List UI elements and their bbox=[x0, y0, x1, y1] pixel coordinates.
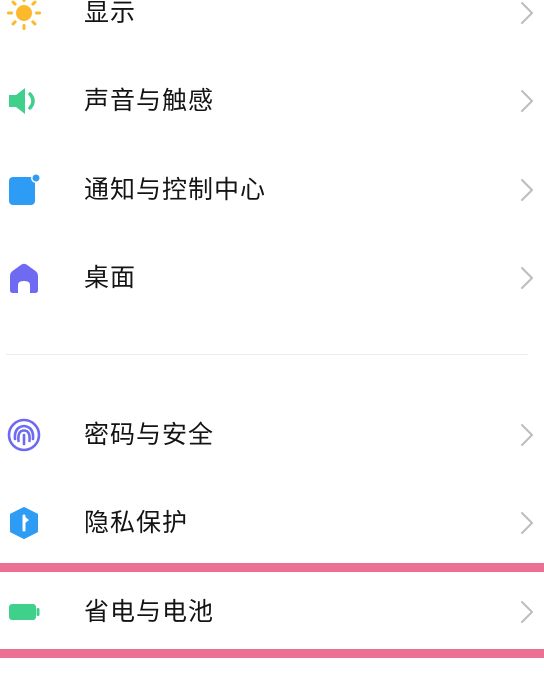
settings-item-label: 省电与电池 bbox=[84, 597, 215, 626]
chevron-right-icon bbox=[518, 0, 536, 26]
chevron-right-icon bbox=[518, 510, 536, 536]
settings-item-battery[interactable]: 省电与电池 bbox=[0, 580, 544, 644]
settings-item-sound-haptics[interactable]: 声音与触感 bbox=[0, 69, 544, 133]
settings-item-label: 桌面 bbox=[84, 263, 137, 292]
privacy-shield-icon bbox=[6, 505, 42, 541]
settings-item-notifications[interactable]: 通知与控制中心 bbox=[0, 158, 544, 222]
highlight-bar-bottom bbox=[0, 649, 544, 658]
sun-icon bbox=[6, 0, 42, 31]
settings-item-desktop[interactable]: 桌面 bbox=[0, 246, 544, 310]
battery-icon bbox=[6, 594, 42, 630]
chevron-right-icon bbox=[518, 422, 536, 448]
settings-item-label: 显示 bbox=[84, 0, 137, 27]
settings-list: 显示 声音与触感 通知与控制中心 桌面 密码与安全 隐私保护 省电与电池 bbox=[0, 0, 544, 674]
settings-item-display[interactable]: 显示 bbox=[0, 0, 544, 45]
notification-icon bbox=[6, 172, 42, 208]
home-icon bbox=[6, 260, 42, 296]
chevron-right-icon bbox=[518, 265, 536, 291]
chevron-right-icon bbox=[518, 177, 536, 203]
settings-item-label: 声音与触感 bbox=[84, 86, 215, 115]
settings-item-label: 通知与控制中心 bbox=[84, 175, 267, 204]
chevron-right-icon bbox=[518, 88, 536, 114]
chevron-right-icon bbox=[518, 599, 536, 625]
settings-item-label: 隐私保护 bbox=[84, 508, 189, 537]
settings-item-label: 密码与安全 bbox=[84, 420, 215, 449]
settings-item-password-security[interactable]: 密码与安全 bbox=[0, 403, 544, 467]
fingerprint-icon bbox=[6, 417, 42, 453]
highlight-bar-top bbox=[0, 563, 544, 572]
settings-item-privacy[interactable]: 隐私保护 bbox=[0, 491, 544, 555]
speaker-icon bbox=[6, 83, 42, 119]
section-divider bbox=[6, 354, 528, 355]
